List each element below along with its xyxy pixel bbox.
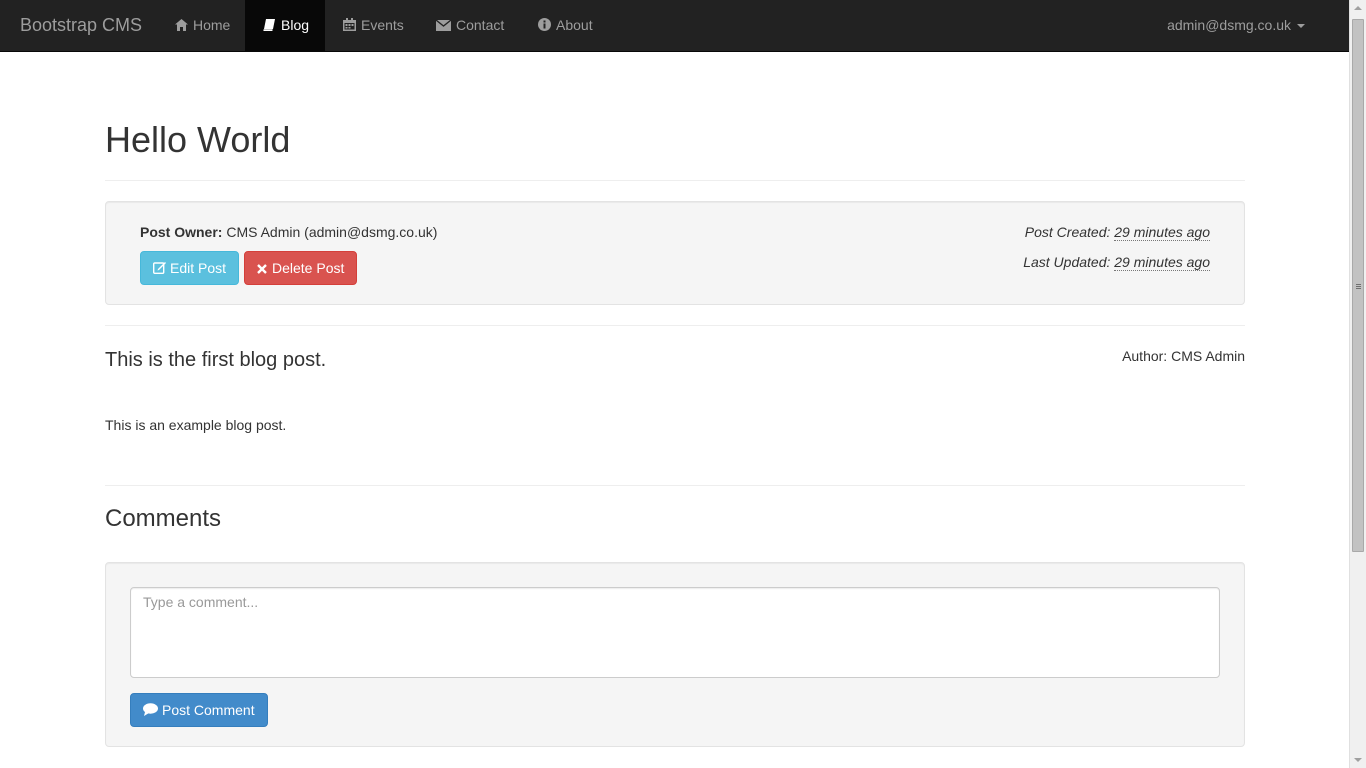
post-body: This is an example blog post. [105, 417, 287, 433]
page-title: Hello World [105, 119, 291, 160]
chevron-down-icon [1297, 24, 1305, 28]
envelope-icon [435, 1, 452, 52]
edit-post-button[interactable]: Edit Post [140, 251, 240, 285]
comment-form: Post Comment [105, 562, 1245, 747]
grip-icon [1356, 284, 1361, 285]
delete-post-label: Delete Post [272, 260, 345, 276]
comment-input[interactable] [130, 587, 1220, 678]
post-comment-label: Post Comment [162, 702, 255, 718]
nav-blog-label: Blog [281, 17, 310, 33]
close-icon [257, 253, 268, 285]
divider [105, 325, 1245, 326]
post-owner-value: CMS Admin (admin@dsmg.co.uk) [226, 224, 438, 240]
delete-post-button[interactable]: Delete Post [244, 251, 358, 285]
comments-heading: Comments [105, 505, 222, 532]
user-dropdown[interactable]: admin@dsmg.co.uk [1167, 0, 1305, 51]
scrollbar-thumb[interactable] [1352, 19, 1364, 552]
post-summary: This is the first blog post. [105, 349, 327, 371]
post-updated-label: Last Updated: [1023, 254, 1111, 270]
top-navbar: Bootstrap CMS Home Blog Events Contact A… [0, 0, 1349, 52]
divider [105, 180, 1245, 181]
brand-link[interactable]: Bootstrap CMS [20, 0, 142, 51]
post-comment-button[interactable]: Post Comment [130, 693, 268, 727]
post-updated-time: 29 minutes ago [1114, 254, 1210, 271]
book-icon [263, 1, 276, 52]
vertical-scrollbar[interactable] [1349, 0, 1366, 768]
post-info-panel: Post Owner: CMS Admin (admin@dsmg.co.uk)… [105, 201, 1245, 305]
post-author: Author: CMS Admin [1122, 348, 1245, 364]
post-created-time: 29 minutes ago [1114, 224, 1210, 241]
post-updated: Last Updated: 29 minutes ago [1023, 252, 1210, 272]
edit-post-label: Edit Post [170, 260, 227, 276]
edit-icon [152, 253, 166, 285]
home-icon [175, 1, 188, 52]
user-email: admin@dsmg.co.uk [1167, 17, 1291, 33]
nav-contact-label: Contact [456, 17, 505, 33]
calendar-icon [343, 1, 356, 52]
post-created: Post Created: 29 minutes ago [1025, 222, 1210, 242]
nav-contact[interactable]: Contact [435, 0, 505, 52]
nav-events-label: Events [361, 17, 404, 33]
post-created-label: Post Created: [1024, 224, 1111, 240]
nav-home-label: Home [193, 17, 231, 33]
post-owner-label: Post Owner: [140, 224, 223, 240]
nav-events[interactable]: Events [343, 0, 404, 51]
divider [105, 485, 1245, 486]
nav-blog[interactable]: Blog [245, 0, 325, 51]
comment-icon [143, 695, 158, 727]
scroll-down-arrow-icon[interactable] [1354, 758, 1362, 762]
info-icon [538, 1, 551, 52]
nav-home[interactable]: Home [159, 0, 246, 51]
scroll-up-arrow-icon[interactable] [1354, 6, 1362, 10]
post-owner: Post Owner: CMS Admin (admin@dsmg.co.uk) [140, 222, 437, 242]
nav-about-label: About [556, 17, 593, 33]
nav-about[interactable]: About [538, 0, 593, 51]
